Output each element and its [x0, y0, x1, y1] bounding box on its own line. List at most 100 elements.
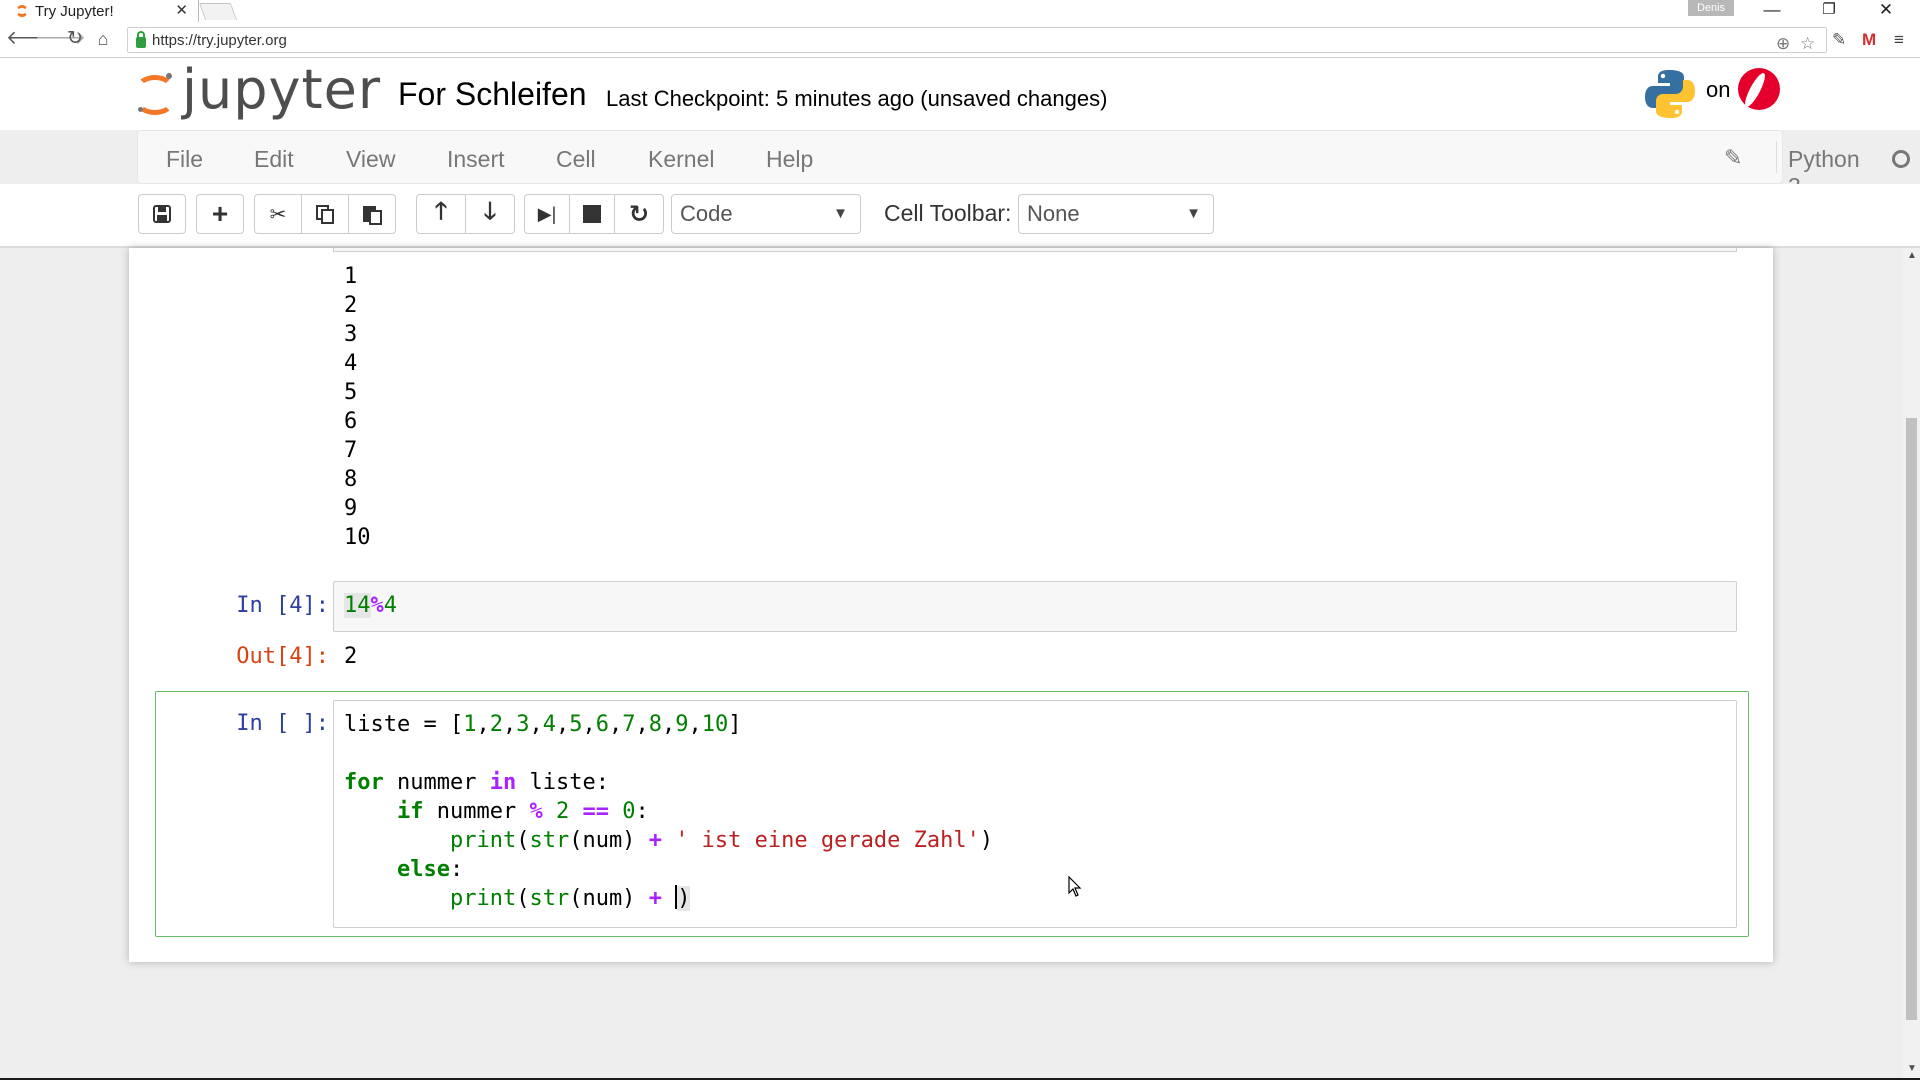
back-icon[interactable]: 🡐: [6, 28, 57, 50]
save-button[interactable]: [138, 194, 186, 234]
menu-file[interactable]: File: [166, 146, 203, 173]
cell5-code[interactable]: liste = [1,2,3,4,5,6,7,8,9,10] for numme…: [344, 710, 993, 913]
new-tab-button[interactable]: [198, 3, 238, 20]
rackspace-logo-icon: [1738, 68, 1780, 110]
menu-edit[interactable]: Edit: [254, 146, 294, 173]
output-line: 4: [344, 351, 358, 376]
output-line: 9: [344, 496, 358, 521]
arrow-up-icon: 🡑: [434, 197, 448, 225]
output-line: 5: [344, 380, 358, 405]
output-line: 6: [344, 409, 358, 434]
run-cell-button[interactable]: ▶|: [524, 194, 570, 234]
reload-icon[interactable]: ↻: [64, 28, 86, 50]
restart-kernel-button[interactable]: ↻: [614, 194, 664, 234]
plus-icon: +: [211, 198, 229, 229]
lock-icon: [136, 30, 146, 48]
python-logo-icon: [1645, 70, 1695, 118]
profile-badge[interactable]: Denis: [1688, 0, 1734, 16]
output-line: 7: [344, 438, 358, 463]
scroll-down-icon[interactable]: ▼: [1907, 1063, 1917, 1074]
page-scrollbar[interactable]: ▲ ▼: [1903, 248, 1920, 1078]
browser-menu-icon[interactable]: ≡: [1894, 30, 1904, 50]
output-line: 10: [344, 525, 371, 550]
cell4-in-prompt: In [4]:: [236, 593, 329, 618]
forward-icon[interactable]: 🡒: [35, 28, 86, 50]
output-line: 8: [344, 467, 358, 492]
restore-icon[interactable]: ❐: [1819, 0, 1839, 21]
output-line: 2: [344, 293, 358, 318]
mouse-pointer-icon: [1068, 876, 1082, 897]
bookmark-star-icon[interactable]: ☆: [1800, 34, 1815, 54]
minimize-icon[interactable]: —: [1762, 0, 1782, 21]
move-down-button[interactable]: 🡓: [465, 194, 515, 234]
cell4-output: 2: [344, 644, 358, 669]
checkpoint-status: Last Checkpoint: 5 minutes ago (unsaved …: [606, 86, 1108, 111]
scroll-up-icon[interactable]: ▲: [1907, 250, 1917, 261]
edit-mode-pencil-icon: ✎: [1724, 145, 1743, 170]
menubar: File Edit View Insert Cell Kernel Help ✎…: [137, 130, 1910, 199]
stop-icon: [583, 205, 601, 223]
tab-close-icon[interactable]: ✕: [175, 1, 188, 19]
cell-toolbar-label: Cell Toolbar:: [884, 200, 1012, 226]
arrow-down-icon: 🡓: [483, 197, 497, 225]
cell4-input[interactable]: 14%4: [333, 581, 1737, 632]
browser-tab[interactable]: Try Jupyter! ✕: [0, 0, 199, 22]
chevron-down-icon: ▼: [833, 205, 848, 222]
cell5-input[interactable]: liste = [1,2,3,4,5,6,7,8,9,10] for numme…: [333, 700, 1737, 928]
kernel-separator: [1776, 141, 1777, 173]
cell-toolbar-select[interactable]: None ▼: [1018, 194, 1214, 234]
menu-cell[interactable]: Cell: [556, 146, 596, 173]
kernel-idle-indicator-icon: [1892, 150, 1910, 168]
copy-button[interactable]: [301, 194, 349, 234]
hosted-on-label: on: [1706, 77, 1731, 102]
code-operator: %: [370, 593, 384, 618]
code-number: 4: [383, 593, 397, 618]
save-icon: [153, 205, 171, 223]
scrollbar-thumb[interactable]: [1906, 418, 1917, 1020]
step-forward-icon: ▶|: [537, 203, 557, 224]
cut-button[interactable]: ✂: [254, 194, 302, 234]
menu-insert[interactable]: Insert: [447, 146, 505, 173]
home-icon[interactable]: ⌂: [92, 28, 114, 50]
cell-type-value: Code: [680, 201, 733, 226]
interrupt-kernel-button[interactable]: [569, 194, 615, 234]
move-up-button[interactable]: 🡑: [416, 194, 466, 234]
previous-input-area: [333, 248, 1737, 252]
jupyter-logo[interactable]: jupyter: [136, 58, 382, 122]
jupyter-logo-icon: [136, 73, 174, 115]
zoom-icon[interactable]: ⊕: [1776, 34, 1790, 54]
paste-icon: [363, 206, 382, 225]
gmail-extension-icon[interactable]: M: [1862, 30, 1876, 50]
menu-help[interactable]: Help: [766, 146, 813, 173]
browser-tabstrip: Try Jupyter! ✕ Denis — ❐ ✕: [0, 0, 1920, 22]
extension-pen-icon[interactable]: ✎: [1832, 30, 1846, 50]
notebook-container: 1 2 3 4 5 6 7 8 9 10 In [4]: 14%4 Out[4]…: [129, 248, 1773, 962]
stream-output: 1 2 3 4 5 6 7 8 9 10: [344, 262, 371, 552]
cell4-out-prompt: Out[4]:: [236, 644, 329, 669]
browser-toolbar: 🡐 🡒 ↻ ⌂ https://try.jupyter.org ⊕ ☆ ✎ M …: [0, 22, 1920, 58]
restart-icon: ↻: [628, 200, 650, 228]
notebook-title[interactable]: For Schleifen: [398, 76, 587, 113]
chevron-down-icon: ▼: [1186, 205, 1201, 222]
jupyter-header: jupyter For Schleifen Last Checkpoint: 5…: [0, 58, 1920, 130]
output-line: 3: [344, 322, 358, 347]
tab-title: Try Jupyter!: [35, 2, 114, 20]
url-bar[interactable]: https://try.jupyter.org ⊕ ☆: [127, 27, 1827, 53]
output-line: 1: [344, 264, 358, 289]
jupyter-logo-text: jupyter: [182, 58, 382, 121]
jupyter-favicon-icon: [15, 4, 29, 18]
window-close-icon[interactable]: ✕: [1876, 0, 1896, 21]
cell-type-select[interactable]: Code ▼: [671, 194, 861, 234]
menu-view[interactable]: View: [346, 146, 395, 173]
notebook-toolbar: + ✂ 🡑 🡓 ▶| ↻ Code ▼ Cell Toolbar: None ▼: [0, 184, 1920, 246]
cell5-in-prompt: In [ ]:: [236, 711, 329, 736]
copy-icon: [316, 205, 334, 224]
scissors-icon: ✂: [269, 203, 287, 226]
cell-toolbar-value: None: [1027, 201, 1080, 226]
insert-cell-button[interactable]: +: [196, 194, 244, 234]
code-number: 14: [344, 593, 371, 618]
cell4-code: 14%4: [344, 591, 397, 620]
url-text: https://try.jupyter.org: [152, 31, 287, 49]
menu-kernel[interactable]: Kernel: [648, 146, 714, 173]
paste-button[interactable]: [348, 194, 396, 234]
